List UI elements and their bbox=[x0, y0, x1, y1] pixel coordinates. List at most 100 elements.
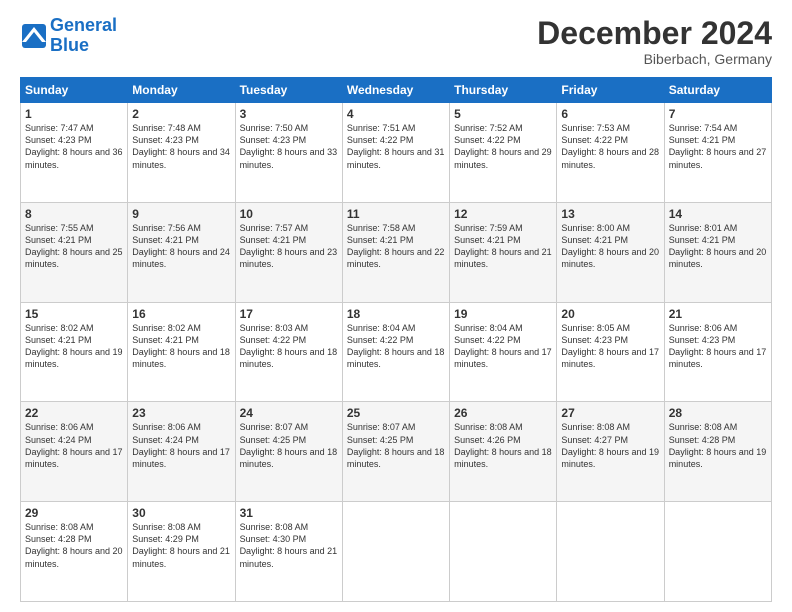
calendar-cell: 29Sunrise: 8:08 AMSunset: 4:28 PMDayligh… bbox=[21, 502, 128, 602]
day-number: 16 bbox=[132, 307, 230, 321]
day-number: 2 bbox=[132, 107, 230, 121]
day-number: 19 bbox=[454, 307, 552, 321]
day-info: Sunrise: 8:00 AMSunset: 4:21 PMDaylight:… bbox=[561, 222, 659, 271]
logo-blue: Blue bbox=[50, 35, 89, 55]
calendar-weekday-monday: Monday bbox=[128, 78, 235, 103]
day-number: 24 bbox=[240, 406, 338, 420]
calendar-cell: 31Sunrise: 8:08 AMSunset: 4:30 PMDayligh… bbox=[235, 502, 342, 602]
day-number: 29 bbox=[25, 506, 123, 520]
day-number: 4 bbox=[347, 107, 445, 121]
day-info: Sunrise: 8:04 AMSunset: 4:22 PMDaylight:… bbox=[347, 322, 445, 371]
calendar-weekday-thursday: Thursday bbox=[450, 78, 557, 103]
day-info: Sunrise: 8:08 AMSunset: 4:28 PMDaylight:… bbox=[669, 421, 767, 470]
day-number: 12 bbox=[454, 207, 552, 221]
day-info: Sunrise: 7:58 AMSunset: 4:21 PMDaylight:… bbox=[347, 222, 445, 271]
calendar-cell: 26Sunrise: 8:08 AMSunset: 4:26 PMDayligh… bbox=[450, 402, 557, 502]
calendar-cell: 27Sunrise: 8:08 AMSunset: 4:27 PMDayligh… bbox=[557, 402, 664, 502]
logo-general: General bbox=[50, 15, 117, 35]
calendar-cell: 24Sunrise: 8:07 AMSunset: 4:25 PMDayligh… bbox=[235, 402, 342, 502]
calendar-cell: 2Sunrise: 7:48 AMSunset: 4:23 PMDaylight… bbox=[128, 103, 235, 203]
day-number: 31 bbox=[240, 506, 338, 520]
day-number: 28 bbox=[669, 406, 767, 420]
calendar-cell bbox=[664, 502, 771, 602]
day-info: Sunrise: 8:04 AMSunset: 4:22 PMDaylight:… bbox=[454, 322, 552, 371]
day-info: Sunrise: 8:03 AMSunset: 4:22 PMDaylight:… bbox=[240, 322, 338, 371]
calendar-weekday-saturday: Saturday bbox=[664, 78, 771, 103]
day-number: 5 bbox=[454, 107, 552, 121]
calendar-cell: 19Sunrise: 8:04 AMSunset: 4:22 PMDayligh… bbox=[450, 302, 557, 402]
location: Biberbach, Germany bbox=[537, 51, 772, 67]
day-info: Sunrise: 7:52 AMSunset: 4:22 PMDaylight:… bbox=[454, 122, 552, 171]
calendar-cell: 4Sunrise: 7:51 AMSunset: 4:22 PMDaylight… bbox=[342, 103, 449, 203]
logo: General Blue bbox=[20, 16, 117, 56]
calendar-week-row: 8Sunrise: 7:55 AMSunset: 4:21 PMDaylight… bbox=[21, 202, 772, 302]
calendar-cell: 23Sunrise: 8:06 AMSunset: 4:24 PMDayligh… bbox=[128, 402, 235, 502]
calendar-weekday-sunday: Sunday bbox=[21, 78, 128, 103]
day-info: Sunrise: 8:06 AMSunset: 4:23 PMDaylight:… bbox=[669, 322, 767, 371]
calendar-header-row: SundayMondayTuesdayWednesdayThursdayFrid… bbox=[21, 78, 772, 103]
day-info: Sunrise: 7:48 AMSunset: 4:23 PMDaylight:… bbox=[132, 122, 230, 171]
day-info: Sunrise: 7:54 AMSunset: 4:21 PMDaylight:… bbox=[669, 122, 767, 171]
day-info: Sunrise: 8:07 AMSunset: 4:25 PMDaylight:… bbox=[240, 421, 338, 470]
day-number: 11 bbox=[347, 207, 445, 221]
day-number: 10 bbox=[240, 207, 338, 221]
header: General Blue December 2024 Biberbach, Ge… bbox=[20, 16, 772, 67]
day-number: 3 bbox=[240, 107, 338, 121]
day-info: Sunrise: 7:47 AMSunset: 4:23 PMDaylight:… bbox=[25, 122, 123, 171]
calendar-cell: 17Sunrise: 8:03 AMSunset: 4:22 PMDayligh… bbox=[235, 302, 342, 402]
calendar-cell: 8Sunrise: 7:55 AMSunset: 4:21 PMDaylight… bbox=[21, 202, 128, 302]
day-number: 25 bbox=[347, 406, 445, 420]
calendar-cell: 30Sunrise: 8:08 AMSunset: 4:29 PMDayligh… bbox=[128, 502, 235, 602]
day-info: Sunrise: 8:08 AMSunset: 4:27 PMDaylight:… bbox=[561, 421, 659, 470]
day-info: Sunrise: 7:50 AMSunset: 4:23 PMDaylight:… bbox=[240, 122, 338, 171]
day-number: 26 bbox=[454, 406, 552, 420]
logo-icon bbox=[20, 22, 48, 50]
day-number: 15 bbox=[25, 307, 123, 321]
day-number: 7 bbox=[669, 107, 767, 121]
day-info: Sunrise: 7:53 AMSunset: 4:22 PMDaylight:… bbox=[561, 122, 659, 171]
day-info: Sunrise: 8:02 AMSunset: 4:21 PMDaylight:… bbox=[25, 322, 123, 371]
day-number: 17 bbox=[240, 307, 338, 321]
calendar-cell: 3Sunrise: 7:50 AMSunset: 4:23 PMDaylight… bbox=[235, 103, 342, 203]
calendar-cell: 5Sunrise: 7:52 AMSunset: 4:22 PMDaylight… bbox=[450, 103, 557, 203]
page: General Blue December 2024 Biberbach, Ge… bbox=[0, 0, 792, 612]
day-number: 8 bbox=[25, 207, 123, 221]
calendar-cell: 11Sunrise: 7:58 AMSunset: 4:21 PMDayligh… bbox=[342, 202, 449, 302]
day-number: 18 bbox=[347, 307, 445, 321]
day-number: 27 bbox=[561, 406, 659, 420]
day-number: 6 bbox=[561, 107, 659, 121]
calendar-weekday-wednesday: Wednesday bbox=[342, 78, 449, 103]
day-number: 13 bbox=[561, 207, 659, 221]
day-number: 9 bbox=[132, 207, 230, 221]
calendar-cell: 20Sunrise: 8:05 AMSunset: 4:23 PMDayligh… bbox=[557, 302, 664, 402]
calendar-cell: 10Sunrise: 7:57 AMSunset: 4:21 PMDayligh… bbox=[235, 202, 342, 302]
day-number: 23 bbox=[132, 406, 230, 420]
calendar-cell: 28Sunrise: 8:08 AMSunset: 4:28 PMDayligh… bbox=[664, 402, 771, 502]
day-info: Sunrise: 7:56 AMSunset: 4:21 PMDaylight:… bbox=[132, 222, 230, 271]
calendar-week-row: 22Sunrise: 8:06 AMSunset: 4:24 PMDayligh… bbox=[21, 402, 772, 502]
day-info: Sunrise: 8:05 AMSunset: 4:23 PMDaylight:… bbox=[561, 322, 659, 371]
calendar-cell: 6Sunrise: 7:53 AMSunset: 4:22 PMDaylight… bbox=[557, 103, 664, 203]
day-info: Sunrise: 8:08 AMSunset: 4:30 PMDaylight:… bbox=[240, 521, 338, 570]
calendar-cell: 9Sunrise: 7:56 AMSunset: 4:21 PMDaylight… bbox=[128, 202, 235, 302]
day-info: Sunrise: 7:51 AMSunset: 4:22 PMDaylight:… bbox=[347, 122, 445, 171]
calendar-cell: 21Sunrise: 8:06 AMSunset: 4:23 PMDayligh… bbox=[664, 302, 771, 402]
day-info: Sunrise: 8:08 AMSunset: 4:29 PMDaylight:… bbox=[132, 521, 230, 570]
calendar-cell: 22Sunrise: 8:06 AMSunset: 4:24 PMDayligh… bbox=[21, 402, 128, 502]
day-info: Sunrise: 8:06 AMSunset: 4:24 PMDaylight:… bbox=[25, 421, 123, 470]
day-info: Sunrise: 8:08 AMSunset: 4:28 PMDaylight:… bbox=[25, 521, 123, 570]
day-number: 1 bbox=[25, 107, 123, 121]
calendar-weekday-friday: Friday bbox=[557, 78, 664, 103]
day-info: Sunrise: 8:08 AMSunset: 4:26 PMDaylight:… bbox=[454, 421, 552, 470]
calendar-cell bbox=[557, 502, 664, 602]
calendar-week-row: 29Sunrise: 8:08 AMSunset: 4:28 PMDayligh… bbox=[21, 502, 772, 602]
calendar-cell: 16Sunrise: 8:02 AMSunset: 4:21 PMDayligh… bbox=[128, 302, 235, 402]
calendar-cell: 1Sunrise: 7:47 AMSunset: 4:23 PMDaylight… bbox=[21, 103, 128, 203]
calendar-cell: 12Sunrise: 7:59 AMSunset: 4:21 PMDayligh… bbox=[450, 202, 557, 302]
day-info: Sunrise: 8:07 AMSunset: 4:25 PMDaylight:… bbox=[347, 421, 445, 470]
calendar-cell: 18Sunrise: 8:04 AMSunset: 4:22 PMDayligh… bbox=[342, 302, 449, 402]
calendar-weekday-tuesday: Tuesday bbox=[235, 78, 342, 103]
day-info: Sunrise: 8:01 AMSunset: 4:21 PMDaylight:… bbox=[669, 222, 767, 271]
day-number: 30 bbox=[132, 506, 230, 520]
calendar-cell: 14Sunrise: 8:01 AMSunset: 4:21 PMDayligh… bbox=[664, 202, 771, 302]
